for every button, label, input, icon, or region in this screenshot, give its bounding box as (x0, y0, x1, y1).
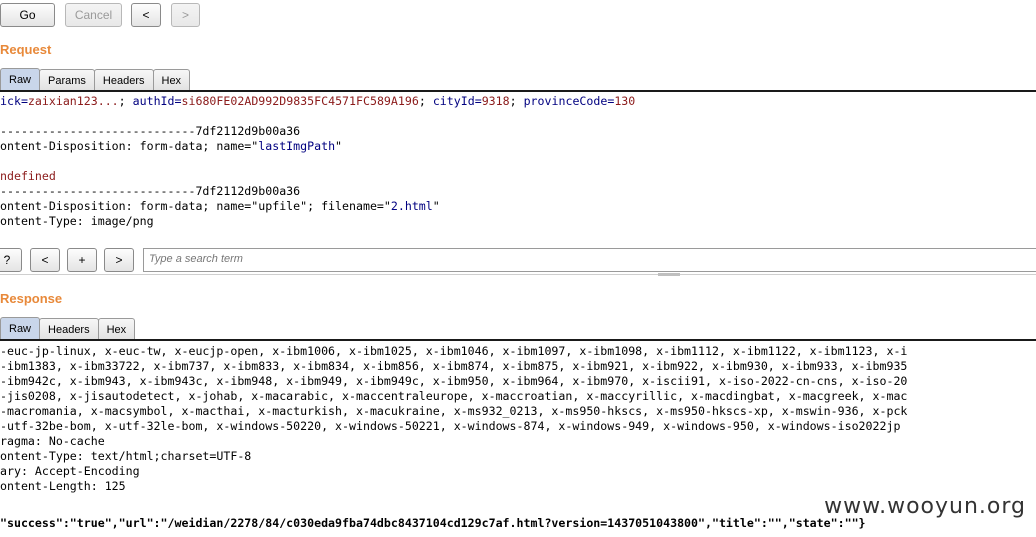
request-line: ontent-Type: image/png (0, 214, 1036, 229)
response-line: -ibm942c, x-ibm943, x-ibm943c, x-ibm948,… (0, 374, 908, 388)
request-tab-raw[interactable]: Raw (0, 68, 41, 91)
request-line (0, 109, 1036, 124)
response-line: ragma: No-cache (0, 434, 105, 448)
request-tab-params[interactable]: Params (39, 69, 95, 91)
request-tab-underline (0, 90, 1036, 92)
watermark: www.wooyun.org (824, 494, 1026, 519)
search-next-button[interactable]: > (104, 248, 134, 272)
request-token: 9318 (481, 94, 510, 108)
search-prev-button[interactable]: < (30, 248, 60, 272)
request-token: lastImgPath (258, 139, 336, 153)
request-title: Request (0, 42, 52, 57)
response-line: ontent-Length: 125 (0, 479, 126, 493)
response-line: -macromania, x-macsymbol, x-macthai, x-m… (0, 404, 908, 418)
go-button[interactable]: Go (0, 3, 55, 27)
request-token: ndefined (0, 169, 56, 183)
response-line: ary: Accept-Encoding (0, 464, 140, 478)
response-tab-headers[interactable]: Headers (39, 318, 99, 340)
response-tab-underline (0, 339, 1036, 341)
response-title: Response (0, 291, 63, 306)
response-tab-raw[interactable]: Raw (0, 317, 41, 340)
response-line: ontent-Type: text/html;charset=UTF-8 (0, 449, 252, 463)
response-tab-hex[interactable]: Hex (97, 318, 136, 340)
response-line: -jis0208, x-jisautodetect, x-johab, x-ma… (0, 389, 908, 403)
request-token: ontent-Type: image/png (0, 214, 154, 228)
cancel-button[interactable]: Cancel (65, 3, 122, 27)
response-line: -ibm1383, x-ibm33722, x-ibm737, x-ibm833… (0, 359, 908, 373)
request-token: ----------------------------7df2112d9b00… (0, 184, 301, 198)
back-button[interactable]: < (131, 3, 161, 27)
request-token: si680FE02AD992D9835FC4571FC589A196 (181, 94, 419, 108)
request-token: ; (509, 94, 524, 108)
request-line: ontent-Disposition: form-data; name="upf… (0, 199, 1036, 214)
request-token: ----------------------------7df2112d9b00… (0, 124, 301, 138)
response-line: -utf-32be-bom, x-utf-32le-bom, x-windows… (0, 419, 901, 433)
request-tab-hex[interactable]: Hex (152, 69, 191, 91)
request-token: ick= (0, 94, 28, 108)
request-token: ; (118, 94, 133, 108)
search-add-button[interactable]: + (67, 248, 97, 272)
request-token: provinceCode= (523, 94, 615, 108)
response-tabbar: Raw Headers Hex (0, 317, 136, 340)
request-token: " (335, 139, 343, 153)
response-line: -euc-jp-linux, x-euc-tw, x-eucjp-open, x… (0, 344, 908, 358)
forward-button[interactable]: > (171, 3, 200, 27)
request-token: cityId= (432, 94, 482, 108)
help-button[interactable]: ? (0, 248, 22, 272)
pane-divider[interactable] (0, 274, 1036, 275)
request-token: zaixian123... (27, 94, 119, 108)
request-tabbar: Raw Params Headers Hex (0, 68, 191, 91)
request-token: 130 (614, 94, 636, 108)
request-token: ontent-Disposition: form-data; name="upf… (0, 199, 391, 213)
request-line: ndefined (0, 169, 1036, 184)
search-input[interactable]: Type a search term (143, 248, 1036, 272)
request-token: " (432, 199, 440, 213)
request-body[interactable]: ick=zaixian123...; authId=si680FE02AD992… (0, 94, 1036, 244)
request-token: 2.html (390, 199, 433, 213)
request-line: ontent-Disposition: form-data; name="las… (0, 139, 1036, 154)
divider-grip-handle[interactable] (658, 273, 680, 276)
request-token: ontent-Disposition: form-data; name=" (0, 139, 259, 153)
request-line: ick=zaixian123...; authId=si680FE02AD992… (0, 94, 1036, 109)
request-token: authId= (132, 94, 182, 108)
search-bar: ? < + > Type a search term (0, 247, 1036, 273)
request-line: ----------------------------7df2112d9b00… (0, 124, 1036, 139)
request-line (0, 154, 1036, 169)
request-tab-headers[interactable]: Headers (93, 69, 154, 91)
request-token: ; (418, 94, 433, 108)
request-line: ----------------------------7df2112d9b00… (0, 184, 1036, 199)
